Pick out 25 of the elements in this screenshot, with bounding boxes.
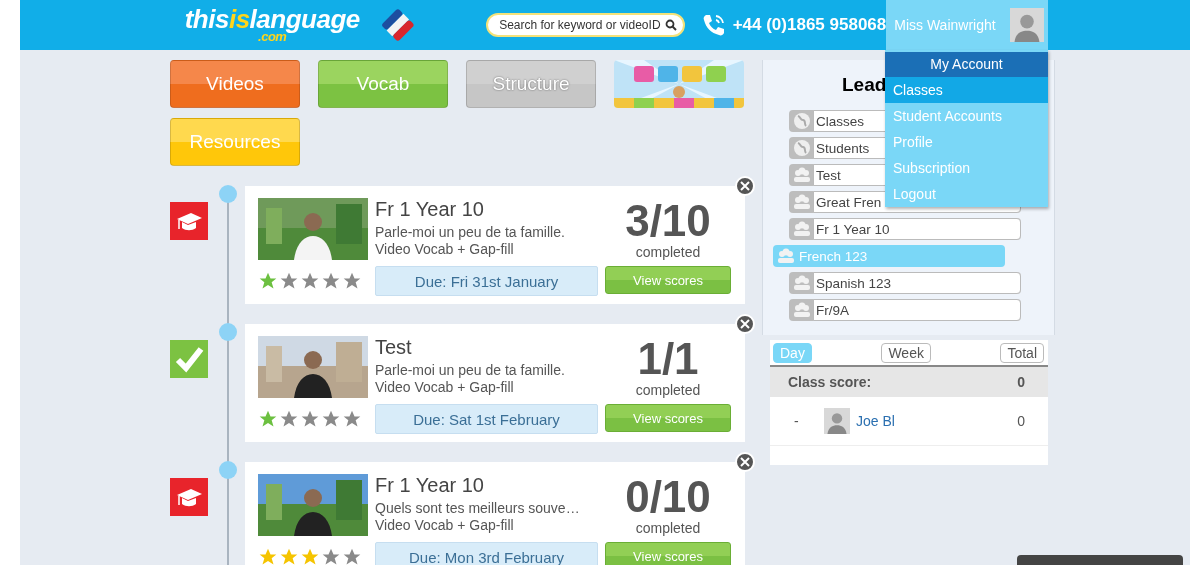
due-date: Due: Mon 3rd February (375, 542, 598, 565)
assignment-type: Video Vocab + Gap-fill (375, 379, 515, 396)
menu-title: My Account (885, 52, 1048, 77)
assignment-type: Video Vocab + Gap-fill (375, 517, 515, 534)
assignment-title: Fr 1 Year 10 (375, 474, 485, 497)
assignment-description: Quels sont tes meilleurs souve… (375, 500, 581, 517)
score-label: completed (635, 244, 701, 260)
assignment-title: Test (375, 336, 413, 359)
due-date: Due: Fri 31st January (375, 266, 598, 296)
due-date: Due: Sat 1st February (375, 404, 598, 434)
class-score-value: 0 (1017, 374, 1025, 390)
score: 1/1 (637, 336, 699, 382)
score: 0/10 (625, 474, 711, 520)
phone-number: +44 (0)1865 958068 (732, 15, 887, 35)
assignment-description: Parle-moi un peu de ta famille. (375, 362, 566, 379)
assignment-description: Parle-moi un peu de ta famille. (375, 224, 566, 241)
assignment-title: Fr 1 Year 10 (375, 198, 485, 221)
leaderboard-title: Lead (842, 74, 887, 96)
score: 3/10 (625, 198, 711, 244)
class-score-label: Class score: (788, 374, 872, 390)
student-rank: - (794, 413, 800, 429)
score-label: completed (635, 382, 701, 398)
score-label: completed (635, 520, 701, 536)
assignment-type: Video Vocab + Gap-fill (375, 241, 515, 258)
student-score: 0 (1017, 413, 1025, 429)
